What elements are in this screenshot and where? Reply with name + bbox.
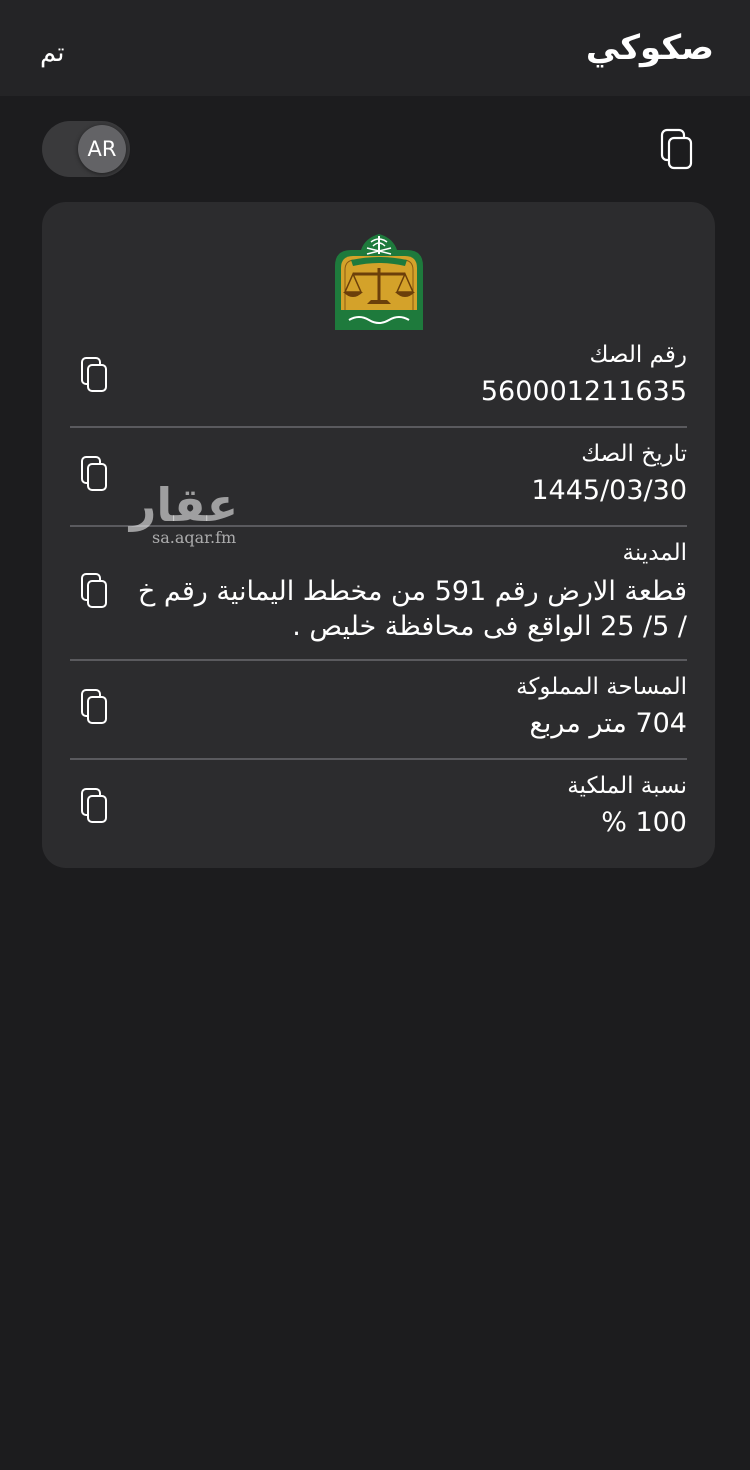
language-toggle-knob: AR — [78, 125, 126, 173]
field-label: نسبة الملكية — [567, 773, 687, 799]
copy-deed-date-button[interactable] — [80, 455, 110, 493]
field-label: المدينة — [622, 540, 687, 566]
field-row-city: المدينة قطعة الارض رقم 591 من مخطط اليما… — [70, 534, 687, 654]
copy-ownership-percentage-button[interactable] — [80, 787, 110, 825]
copy-icon — [81, 689, 107, 724]
field-label: تاريخ الصك — [581, 441, 687, 467]
field-label: المساحة المملوكة — [516, 674, 687, 700]
copy-icon — [660, 128, 693, 170]
copy-icon — [81, 573, 107, 608]
copy-icon — [81, 456, 107, 491]
field-value: 704 متر مربع — [529, 708, 687, 739]
divider — [70, 659, 687, 661]
field-row-ownership-percentage: نسبة الملكية 100 % — [70, 767, 687, 847]
copy-owned-area-button[interactable] — [80, 688, 110, 726]
done-button[interactable]: تم — [40, 38, 65, 68]
divider — [70, 525, 687, 527]
copy-all-button[interactable] — [660, 128, 696, 172]
field-value: 1445/03/30 — [531, 475, 687, 506]
field-value: 560001211635 — [480, 376, 687, 407]
copy-deed-number-button[interactable] — [80, 356, 110, 394]
divider — [70, 426, 687, 428]
field-value: قطعة الارض رقم 591 من مخطط اليمانية رقم … — [137, 576, 687, 642]
field-row-owned-area: المساحة المملوكة 704 متر مربع — [70, 668, 687, 748]
ministry-of-justice-logo — [335, 234, 423, 330]
field-row-deed-date: تاريخ الصك 1445/03/30 — [70, 435, 687, 515]
divider — [70, 758, 687, 760]
language-toggle[interactable]: AR — [42, 121, 130, 177]
field-value: 100 % — [601, 807, 687, 838]
field-row-deed-number: رقم الصك 560001211635 — [70, 336, 687, 416]
copy-city-button[interactable] — [80, 572, 110, 610]
page-title: صكوكي — [585, 28, 714, 68]
navigation-bar: صكوكي تم — [0, 0, 750, 96]
field-label: رقم الصك — [589, 342, 687, 368]
copy-icon — [81, 788, 107, 823]
copy-icon — [81, 357, 107, 392]
deed-card: رقم الصك 560001211635 تاريخ الصك 1445/03… — [42, 202, 715, 868]
